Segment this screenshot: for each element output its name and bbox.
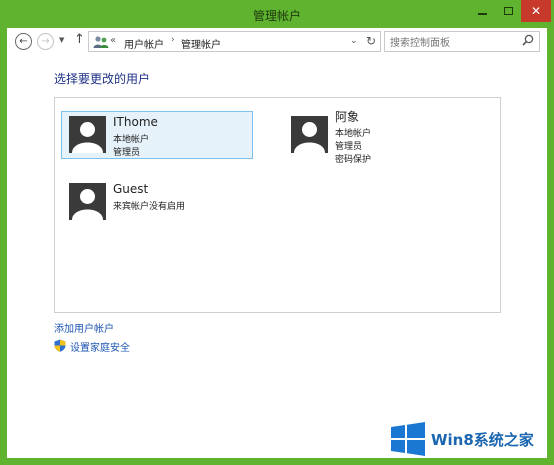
family-safety-link[interactable]: 设置家庭安全 [70,339,130,354]
navigation-toolbar: ← → ▼ ↑ « 用户帐户 › 管理帐户 ⌄ ↻ [7,28,547,56]
account-name: IThome [113,115,158,129]
watermark: Win8系统之家 [387,418,550,460]
account-tile-guest[interactable]: Guest 来宾帐户没有启用 [61,178,253,226]
page-heading: 选择要更改的用户 [54,72,151,86]
add-user-link[interactable]: 添加用户帐户 [54,320,114,335]
users-icon [93,36,109,48]
maximize-icon [503,7,513,15]
account-tile-ithome[interactable]: IThome 本地帐户 管理员 [61,111,253,159]
arrow-right-icon: → [41,35,50,47]
account-status: 来宾帐户没有启用 [113,202,186,212]
address-bar[interactable]: « 用户帐户 › 管理帐户 ⌄ [88,31,381,52]
up-button[interactable]: ↑ [74,32,85,47]
title-bar[interactable]: 管理帐户 ✕ [0,0,554,28]
window-client: ← → ▼ ↑ « 用户帐户 › 管理帐户 ⌄ ↻ 选择要 [7,28,547,458]
chevron-down-icon[interactable]: ⌄ [350,36,358,46]
maximize-button[interactable] [495,0,521,22]
account-name: 阿象 [335,110,360,124]
search-input[interactable] [384,31,540,52]
shield-icon [54,339,66,352]
forward-button[interactable]: → [37,33,54,50]
close-icon: ✕ [530,4,542,18]
account-tile-axiang[interactable]: 阿象 本地帐户 管理员 密码保护 [283,110,475,165]
back-button[interactable]: ← [15,33,32,50]
minimize-button[interactable] [469,0,495,22]
refresh-button[interactable]: ↻ [362,32,380,50]
account-name: Guest [113,182,149,196]
minimize-icon [477,13,487,15]
avatar-icon [69,116,106,153]
watermark-text: Win8系统之家 [431,431,534,449]
breadcrumb-user-accounts[interactable]: 用户帐户 [124,36,164,51]
avatar-icon [69,183,106,220]
account-role: 管理员 [335,142,363,152]
account-role: 管理员 [113,148,141,158]
account-type: 本地帐户 [335,129,372,139]
arrow-left-icon: ← [19,35,28,47]
account-type: 本地帐户 [113,135,150,145]
close-button[interactable]: ✕ [521,0,551,22]
breadcrumb-overflow[interactable]: « [110,35,116,46]
search-icon[interactable] [522,34,534,46]
breadcrumb-manage-accounts[interactable]: 管理帐户 [181,36,221,51]
accounts-panel: IThome 本地帐户 管理员 阿象 本地帐户 管理员 密码保护 Guest 来… [54,97,501,313]
windows-logo-icon [391,422,425,456]
chevron-right-icon[interactable]: › [171,35,175,45]
avatar-icon [291,116,328,153]
recent-locations-button[interactable]: ▼ [59,36,64,44]
refresh-icon: ↻ [365,34,377,48]
account-password-status: 密码保护 [335,155,372,165]
